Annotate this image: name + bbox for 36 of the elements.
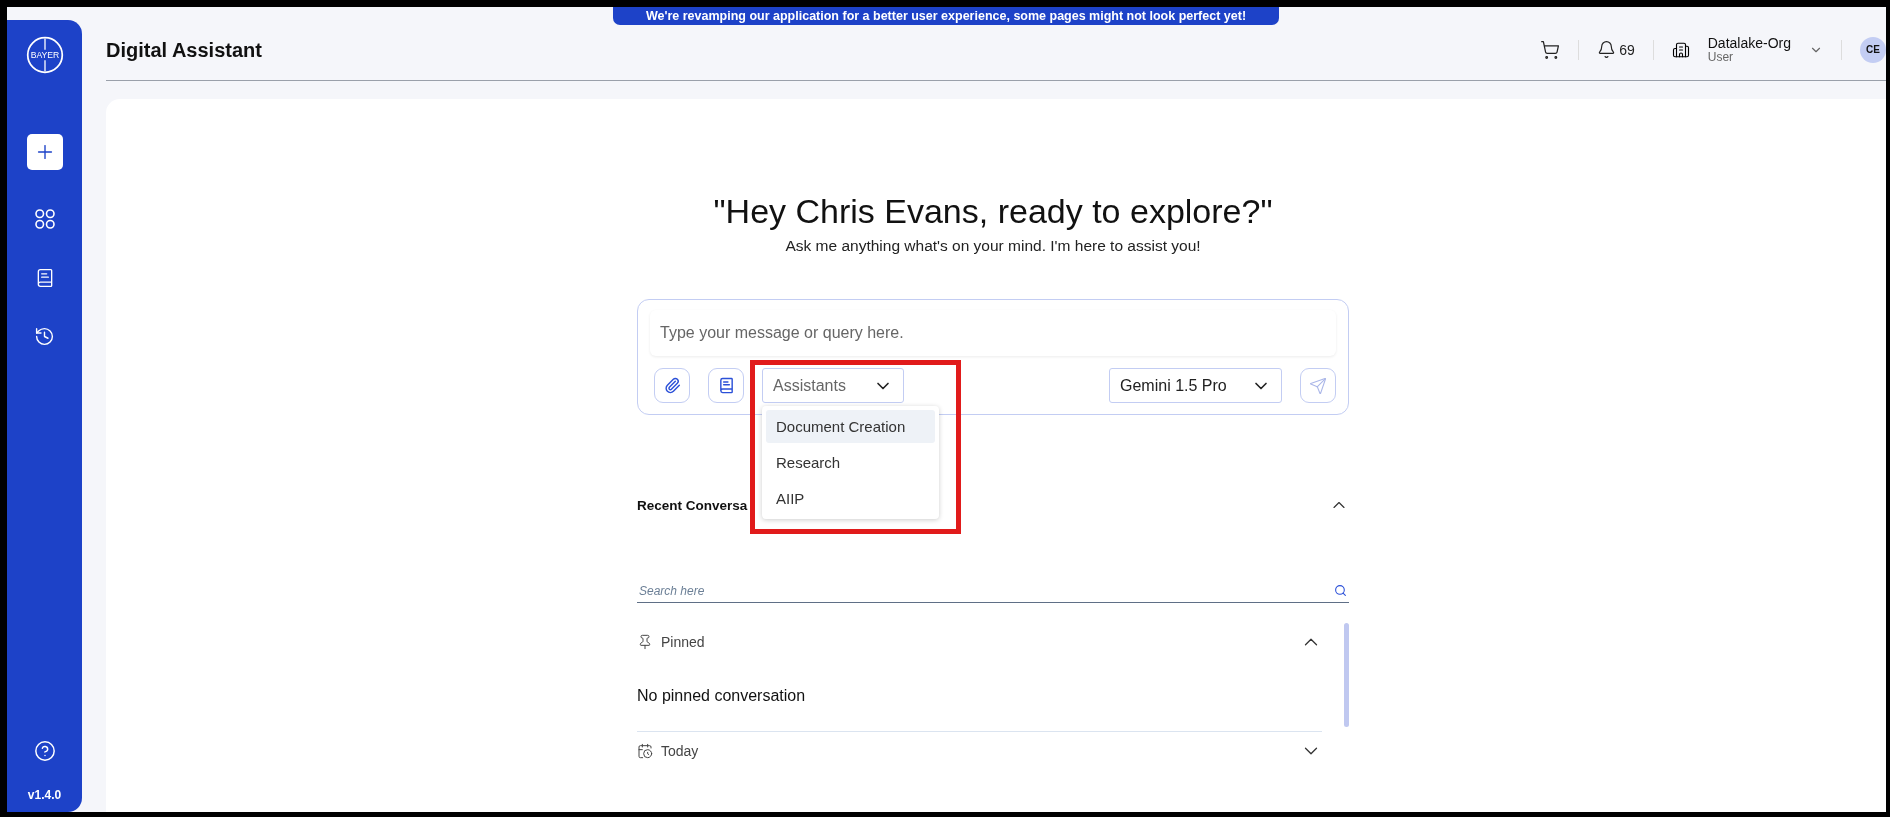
book-icon xyxy=(717,377,735,394)
calendar-icon xyxy=(637,743,653,759)
help-icon[interactable] xyxy=(33,740,56,762)
attach-button[interactable] xyxy=(654,368,690,403)
search-icon[interactable] xyxy=(1334,584,1347,597)
group-label: Today xyxy=(661,743,699,759)
history-icon[interactable] xyxy=(34,326,55,347)
group-label: Pinned xyxy=(661,634,705,650)
send-icon xyxy=(1309,376,1327,395)
menu-item[interactable]: Document Creation xyxy=(766,410,935,443)
menu-item[interactable]: Research xyxy=(766,446,935,479)
announcement-banner: We're revamping our application for a better user experience, some pages might not look perfect yet! xyxy=(613,7,1279,25)
message-input[interactable]: Type your message or query here. xyxy=(650,310,1336,356)
user-role: User xyxy=(1707,51,1734,65)
page-title: Digital Assistant xyxy=(106,38,262,62)
version-label: v1.4.0 xyxy=(27,788,62,802)
grid-icon[interactable] xyxy=(33,208,56,230)
paperclip-icon xyxy=(663,377,681,394)
cart-icon[interactable] xyxy=(1540,40,1561,60)
empty-message: No pinned conversation xyxy=(637,686,807,706)
scrollbar[interactable] xyxy=(1344,623,1349,727)
book-button[interactable] xyxy=(708,368,744,403)
pin-icon xyxy=(637,634,653,650)
org-name: Datalake-Org xyxy=(1707,35,1791,52)
model-dropdown[interactable]: Gemini 1.5 Pro xyxy=(1109,368,1282,403)
greeting-subtitle: Ask me anything what's on your mind. I'm here to assist you! xyxy=(785,237,1201,255)
notifications-button[interactable]: 69 xyxy=(1597,40,1635,60)
new-chat-button[interactable] xyxy=(26,134,63,170)
user-avatar[interactable]: CE xyxy=(1860,37,1886,63)
composer[interactable]: Type your message or query here. Assistants Gemini 1.5 Pro xyxy=(637,299,1349,415)
assistants-dropdown[interactable]: Assistants xyxy=(762,368,904,403)
menu-item[interactable]: AIIP xyxy=(766,482,935,515)
logo: BAYER xyxy=(25,36,64,74)
section-title: Recent Conversa xyxy=(637,497,748,513)
greeting-title: "Hey Chris Evans, ready to explore?" xyxy=(713,192,1273,231)
building-icon xyxy=(1671,41,1690,59)
